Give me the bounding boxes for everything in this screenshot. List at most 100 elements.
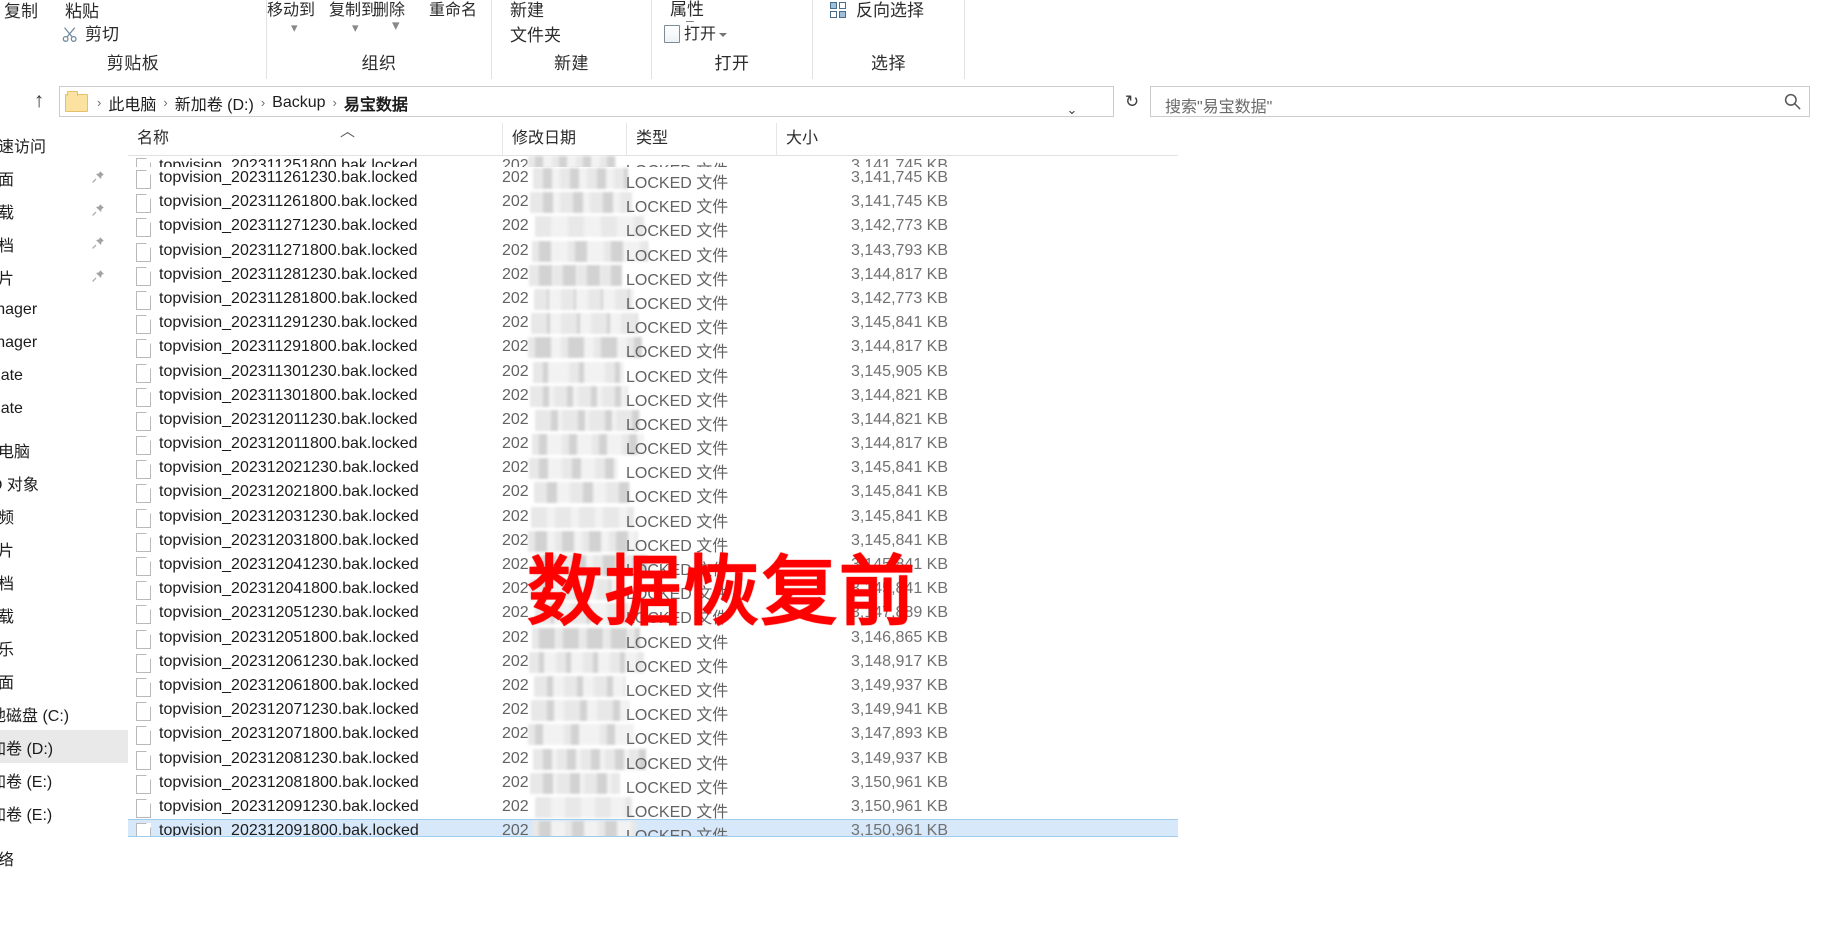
table-row[interactable]: topvision_202312091800.bak.locked 202 LOCK… [128, 819, 1178, 838]
new-folder-button[interactable]: 文件夹 [510, 21, 561, 46]
file-date-cell: 202 [502, 556, 529, 573]
sidebar-item-10[interactable]: 3D 对象 [0, 466, 128, 499]
move-to-button[interactable]: 移动到 [267, 0, 315, 20]
pin-icon[interactable] [91, 236, 105, 250]
breadcrumb-dropdown-icon[interactable]: ⌄ [1060, 94, 1084, 125]
table-row[interactable]: topvision_202312041800.bak.locked 202 LOCK… [128, 578, 1178, 603]
breadcrumb-bar[interactable]: › 此电脑 › 新加卷 (D:) › Backup › 易宝数据 ⌄ [59, 86, 1114, 117]
sidebar-item-label: update [0, 399, 23, 417]
file-list-pane[interactable]: 名称 ︿ 修改日期 类型 大小 topvision_202311251800.b… [128, 123, 1822, 946]
paste-button[interactable]: 粘贴 [65, 0, 99, 22]
file-size-cell: 3,145,841 KB [851, 580, 948, 598]
table-row[interactable]: topvision_202311261800.bak.locked 202 LOCK… [128, 191, 1178, 216]
sidebar-item-15[interactable]: 音乐 [0, 631, 128, 664]
table-row[interactable]: topvision_202312021230.bak.locked 202 LOCK… [128, 457, 1178, 482]
table-row[interactable]: topvision_202311291230.bak.locked 202 LOCK… [128, 312, 1178, 337]
sidebar-item-11[interactable]: 视频 [0, 499, 128, 532]
sidebar-item-8[interactable]: update [0, 392, 128, 425]
sidebar-item-16[interactable]: 桌面 [0, 664, 128, 697]
sidebar-item-18[interactable]: 新加卷 (D:) [0, 730, 128, 763]
table-row[interactable]: topvision_202312061230.bak.locked 202 LOCK… [128, 651, 1178, 676]
sidebar-item-20[interactable]: 新加卷 (E:) [0, 796, 128, 829]
table-row[interactable]: topvision_202312021800.bak.locked 202 LOCK… [128, 481, 1178, 506]
copy-to-button[interactable]: 复制到 [329, 0, 377, 20]
table-row[interactable]: topvision_202311271800.bak.locked 202 LOCK… [128, 240, 1178, 265]
sidebar-item-9[interactable]: 此电脑 [0, 433, 128, 466]
table-row[interactable]: topvision_202311291800.bak.locked 202 LOCK… [128, 336, 1178, 362]
table-row[interactable]: topvision_202312081800.bak.locked 202 LOCK… [128, 772, 1178, 797]
refresh-icon[interactable]: ↻ [1120, 86, 1144, 117]
copy-button[interactable]: 复制 [4, 0, 38, 22]
open-caret-icon[interactable] [719, 32, 728, 37]
table-row[interactable]: topvision_202312071230.bak.locked 202 LOCK… [128, 699, 1178, 724]
table-row[interactable]: topvision_202312081230.bak.locked 202 LOCK… [128, 748, 1178, 773]
table-row[interactable]: topvision_202312061800.bak.locked 202 LOCK… [128, 675, 1178, 700]
table-row[interactable]: topvision_202312031800.bak.locked 202 LOCK… [128, 530, 1178, 555]
invert-selection-button[interactable]: 反向选择 [830, 0, 924, 21]
file-name-cell: topvision_202312091230.bak.locked [159, 797, 419, 815]
breadcrumb-item-this-pc[interactable]: 此电脑 [108, 91, 156, 115]
table-row[interactable]: topvision_202311261230.bak.locked 202 LOCK… [128, 167, 1178, 192]
sidebar-item-6[interactable]: Manager [0, 326, 128, 359]
sidebar-item-19[interactable]: 新加卷 (E:) [0, 763, 128, 796]
breadcrumb-item-backup[interactable]: Backup [272, 94, 325, 112]
sidebar-item-12[interactable]: 图片 [0, 532, 128, 565]
delete-button[interactable]: 删除 [373, 0, 405, 20]
search-input[interactable]: 搜索"易宝数据" [1150, 86, 1810, 117]
invert-selection-icon [830, 2, 850, 20]
table-row[interactable]: topvision_202311281230.bak.locked 202 LOCK… [128, 264, 1178, 289]
sidebar-item-14[interactable]: 下载 [0, 598, 128, 631]
table-row[interactable]: topvision_202311301800.bak.locked 202 LOCK… [128, 385, 1178, 410]
table-row[interactable]: topvision_202312091230.bak.locked 202 LOCK… [128, 796, 1178, 821]
navigation-pane[interactable]: 快速访问桌面下载文档图片ManagerManagerupdateupdate此电… [0, 123, 128, 946]
pin-icon[interactable] [91, 203, 105, 217]
sidebar-item-17[interactable]: 本地磁盘 (C:) [0, 697, 128, 730]
table-row[interactable]: topvision_202311301230.bak.locked 202 LOCK… [128, 361, 1178, 386]
table-row[interactable]: topvision_202312071800.bak.locked 202 LOCK… [128, 723, 1178, 748]
table-row[interactable]: topvision_202312011230.bak.locked 202 LOCK… [128, 409, 1178, 434]
column-header-date-modified[interactable]: 修改日期 [502, 123, 626, 155]
sidebar-item-0[interactable]: 快速访问 [0, 128, 128, 161]
pin-icon[interactable] [91, 170, 105, 184]
breadcrumb-item-current-folder[interactable]: 易宝数据 [344, 91, 408, 115]
navigate-up-button[interactable]: ↑ [27, 89, 51, 113]
table-row[interactable]: topvision_202312051230.bak.locked 202 LOCK… [128, 602, 1178, 628]
delete-caret-icon[interactable]: ▾ [392, 16, 400, 34]
table-row[interactable]: topvision_202312041230.bak.locked 202 LOCK… [128, 554, 1178, 579]
sidebar-item-5[interactable]: Manager [0, 293, 128, 326]
table-row[interactable]: topvision_202312011800.bak.locked 202 LOCK… [128, 433, 1178, 458]
sidebar-item-13[interactable]: 文档 [0, 565, 128, 598]
copy-to-caret-icon[interactable]: ▾ [352, 20, 359, 36]
move-to-caret-icon[interactable]: ▾ [291, 20, 298, 36]
file-date-cell: 202 [502, 265, 529, 283]
column-header-name[interactable]: 名称 [128, 123, 502, 155]
table-row[interactable]: topvision_202312051800.bak.locked 202 LOCK… [128, 627, 1178, 652]
sidebar-item-7[interactable]: update [0, 359, 128, 392]
sidebar-item-21[interactable]: 网络 [0, 841, 128, 874]
table-row[interactable]: topvision_202311281800.bak.locked 202 LOCK… [128, 288, 1178, 313]
file-icon [136, 460, 151, 480]
open-button[interactable]: 打开 [664, 20, 728, 44]
file-icon [136, 702, 151, 722]
table-row[interactable]: topvision_202311251800.bak.locked 202 LOCK… [128, 155, 1178, 167]
sidebar-item-2[interactable]: 下载 [0, 194, 128, 227]
column-header-size[interactable]: 大小 [776, 123, 948, 155]
file-type-cell: LOCKED 文件 [626, 610, 729, 628]
pin-icon[interactable] [91, 269, 105, 283]
sidebar-item-1[interactable]: 桌面 [0, 161, 128, 194]
rename-button[interactable]: 重命名 [429, 0, 477, 20]
sidebar-item-3[interactable]: 文档 [0, 227, 128, 260]
file-type-cell: LOCKED 文件 [626, 344, 729, 362]
cut-label: 剪切 [85, 25, 119, 44]
new-button[interactable]: 新建 [510, 0, 544, 21]
breadcrumb-item-volume-d[interactable]: 新加卷 (D:) [175, 91, 254, 115]
cut-button[interactable]: 剪切 [62, 20, 119, 45]
file-type-cell: LOCKED 文件 [626, 392, 729, 410]
sidebar-item-4[interactable]: 图片 [0, 260, 128, 293]
table-row[interactable]: topvision_202312031230.bak.locked 202 LOCK… [128, 506, 1178, 531]
file-name-cell: topvision_202311291800.bak.locked [159, 338, 418, 356]
table-row[interactable]: topvision_202311271230.bak.locked 202 LOCK… [128, 215, 1178, 240]
column-header-type[interactable]: 类型 [626, 123, 776, 155]
file-date-cell: 202 [502, 822, 529, 837]
file-rows[interactable]: topvision_202311251800.bak.locked 202 LOCK… [128, 155, 1178, 946]
